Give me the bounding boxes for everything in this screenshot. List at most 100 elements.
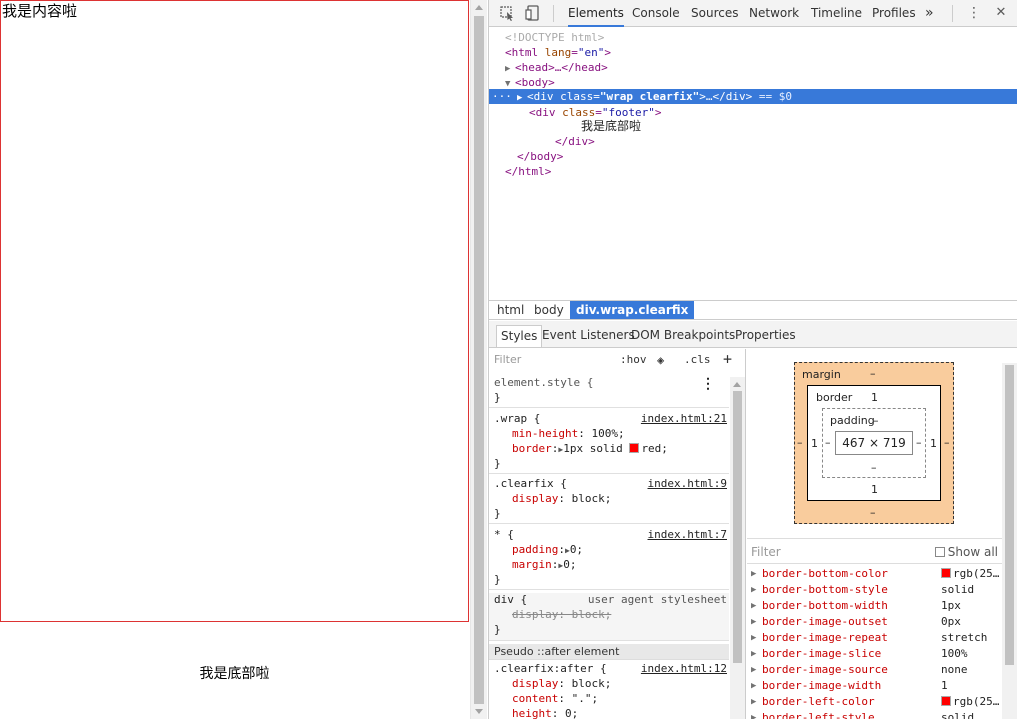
computed-prop-row[interactable]: ▶ border-bottom-width 1px bbox=[747, 598, 1002, 614]
expand-triangle-icon[interactable]: ▶ bbox=[751, 678, 761, 694]
computed-prop-row[interactable]: ▶ border-image-width 1 bbox=[747, 678, 1002, 694]
rule-clearfix[interactable]: .clearfix { index.html:9 display: block;… bbox=[489, 477, 729, 524]
rule-clearfix-after[interactable]: .clearfix:after { index.html:12 display:… bbox=[489, 662, 729, 719]
computed-prop-row[interactable]: ▶ border-bottom-color rgb(25… bbox=[747, 566, 1002, 582]
show-all-toggle[interactable]: Show all bbox=[934, 545, 998, 559]
rule-source-link[interactable]: index.html:12 bbox=[641, 662, 727, 675]
box-model-padding[interactable]: padding – – – – 467 × 719 bbox=[822, 408, 926, 478]
prop-margin[interactable]: margin:▶0; bbox=[512, 558, 576, 571]
page-scrollbar-thumb[interactable] bbox=[474, 16, 484, 704]
computed-scrollbar-thumb[interactable] bbox=[1005, 365, 1014, 665]
page-scrollbar[interactable] bbox=[470, 0, 487, 719]
tree-body-close[interactable]: </body> bbox=[517, 149, 563, 164]
box-model-content[interactable]: 467 × 719 bbox=[835, 431, 913, 455]
computed-prop-row[interactable]: ▶ border-bottom-style solid bbox=[747, 582, 1002, 598]
more-options-icon[interactable]: ⋮ bbox=[701, 376, 715, 392]
prop-display[interactable]: display: block; bbox=[512, 677, 611, 690]
prop-padding[interactable]: padding:▶0; bbox=[512, 543, 583, 556]
breadcrumb-html[interactable]: html bbox=[491, 301, 530, 319]
expand-triangle-icon[interactable]: ▶ bbox=[751, 598, 761, 614]
styles-scrollbar[interactable] bbox=[730, 377, 745, 719]
computed-prop-row[interactable]: ▶ border-image-source none bbox=[747, 662, 1002, 678]
tree-html-open[interactable]: <html lang="en"> bbox=[505, 45, 611, 60]
expand-triangle-icon[interactable]: ▶ bbox=[751, 582, 761, 598]
padding-left-value[interactable]: – bbox=[825, 436, 831, 449]
color-swatch-icon[interactable] bbox=[629, 443, 640, 453]
expand-triangle-icon[interactable]: ▶ bbox=[751, 646, 761, 662]
hover-state-toggle[interactable]: :hov bbox=[620, 353, 647, 366]
computed-prop-row[interactable]: ▶ border-left-style solid bbox=[747, 710, 1002, 719]
breadcrumb-body[interactable]: body bbox=[528, 301, 570, 319]
tree-footer-text[interactable]: 我是底部啦 bbox=[581, 119, 641, 134]
wrap-div-node[interactable]: ▶ <div class="wrap clearfix">…</div> == $… bbox=[517, 89, 792, 104]
rule-universal[interactable]: * { index.html:7 padding:▶0; margin:▶0; … bbox=[489, 528, 729, 590]
rule-div-user-agent[interactable]: div { user agent stylesheet display: blo… bbox=[489, 593, 729, 641]
margin-bottom-value[interactable]: – bbox=[870, 506, 876, 519]
box-model-margin[interactable]: margin – – – – border 1 1 1 1 padding – … bbox=[794, 362, 954, 524]
device-mode-icon[interactable] bbox=[525, 5, 541, 21]
rule-wrap[interactable]: .wrap { index.html:21 min-height: 100%; … bbox=[489, 412, 729, 474]
new-rule-icon[interactable]: + bbox=[723, 350, 732, 368]
close-icon[interactable]: ✕ bbox=[993, 5, 1009, 21]
rule-source-link[interactable]: index.html:7 bbox=[648, 528, 727, 541]
tab-timeline[interactable]: Timeline bbox=[811, 0, 862, 27]
prop-display[interactable]: display: block; bbox=[512, 492, 611, 505]
box-model-diagram[interactable]: margin – – – – border 1 1 1 1 padding – … bbox=[794, 362, 954, 524]
tab-network[interactable]: Network bbox=[749, 0, 799, 27]
tree-html-close[interactable]: </html> bbox=[505, 164, 551, 179]
tab-profiles[interactable]: Profiles bbox=[872, 0, 916, 27]
box-model-border[interactable]: border 1 1 1 1 padding – – – – 467 × 719 bbox=[807, 385, 941, 501]
class-toggle[interactable]: .cls bbox=[684, 353, 711, 366]
tab-properties[interactable]: Properties bbox=[731, 325, 800, 347]
rule-element-style[interactable]: element.style { ⋮ } bbox=[489, 376, 729, 408]
rule-source-link[interactable]: index.html:9 bbox=[648, 477, 727, 490]
more-ellipsis[interactable]: ··· bbox=[492, 90, 512, 103]
expand-triangle-icon[interactable]: ▶ bbox=[751, 630, 761, 646]
expand-triangle-icon[interactable]: ▶ bbox=[751, 566, 761, 582]
styles-filter-input[interactable]: Filter bbox=[494, 353, 521, 366]
computed-filter-input[interactable]: Filter bbox=[751, 545, 781, 559]
color-swatch-icon[interactable] bbox=[941, 696, 951, 706]
tree-head[interactable]: ▶ <head>…</head> bbox=[505, 60, 608, 75]
computed-prop-row[interactable]: ▶ border-image-repeat stretch bbox=[747, 630, 1002, 646]
prop-content[interactable]: content: "."; bbox=[512, 692, 598, 705]
rule-source-link[interactable]: index.html:21 bbox=[641, 412, 727, 425]
expand-triangle-icon[interactable]: ▶ bbox=[751, 710, 761, 719]
wrap-div[interactable]: 我是内容啦 bbox=[0, 0, 469, 622]
menu-icon[interactable]: ⋮ bbox=[966, 5, 982, 21]
tab-sources[interactable]: Sources bbox=[691, 0, 738, 27]
prop-border[interactable]: border:▶1px solid red; bbox=[512, 442, 668, 455]
tab-styles[interactable]: Styles bbox=[496, 325, 543, 347]
scroll-down-arrow-icon[interactable] bbox=[475, 709, 483, 714]
color-swatch-icon[interactable] bbox=[941, 568, 951, 578]
expand-triangle-icon[interactable]: ▶ bbox=[751, 662, 761, 678]
styles-scrollbar-thumb[interactable] bbox=[733, 391, 742, 663]
color-format-icon[interactable]: ◈ bbox=[657, 353, 664, 367]
padding-bottom-value[interactable]: – bbox=[871, 461, 877, 474]
tree-doctype[interactable]: <!DOCTYPE html> bbox=[505, 30, 604, 45]
tab-console[interactable]: Console bbox=[632, 0, 680, 27]
expand-triangle-icon[interactable]: ▶ bbox=[751, 614, 761, 630]
inspect-element-icon[interactable] bbox=[499, 5, 515, 21]
border-left-value[interactable]: 1 bbox=[811, 437, 818, 450]
row-ellipsis[interactable]: ··· bbox=[492, 89, 512, 104]
margin-top-value[interactable]: – bbox=[870, 367, 876, 380]
scroll-up-arrow-icon[interactable] bbox=[475, 5, 483, 10]
computed-prop-row[interactable]: ▶ border-image-slice 100% bbox=[747, 646, 1002, 662]
show-all-checkbox[interactable] bbox=[934, 547, 945, 557]
tab-dom-breakpoints[interactable]: DOM Breakpoints bbox=[627, 325, 739, 347]
prop-min-height[interactable]: min-height: 100%; bbox=[512, 427, 625, 440]
tree-selected-row[interactable]: ··· ▶ <div class="wrap clearfix">…</div> … bbox=[489, 89, 1017, 104]
prop-height[interactable]: height: 0; bbox=[512, 707, 578, 719]
tree-body-open[interactable]: ▼ <body> bbox=[505, 75, 555, 90]
border-right-value[interactable]: 1 bbox=[930, 437, 937, 450]
computed-scrollbar[interactable] bbox=[1002, 363, 1017, 719]
border-top-value[interactable]: 1 bbox=[871, 391, 878, 404]
breadcrumb-div-wrap-clearfix[interactable]: div.wrap.clearfix bbox=[570, 301, 695, 319]
tree-div-close[interactable]: </div> bbox=[555, 134, 595, 149]
margin-left-value[interactable]: – bbox=[797, 436, 803, 449]
tree-footer-div[interactable]: <div class="footer"> bbox=[529, 105, 661, 120]
scroll-up-arrow-icon[interactable] bbox=[733, 382, 741, 387]
computed-prop-row[interactable]: ▶ border-image-outset 0px bbox=[747, 614, 1002, 630]
computed-prop-row[interactable]: ▶ border-left-color rgb(25… bbox=[747, 694, 1002, 710]
